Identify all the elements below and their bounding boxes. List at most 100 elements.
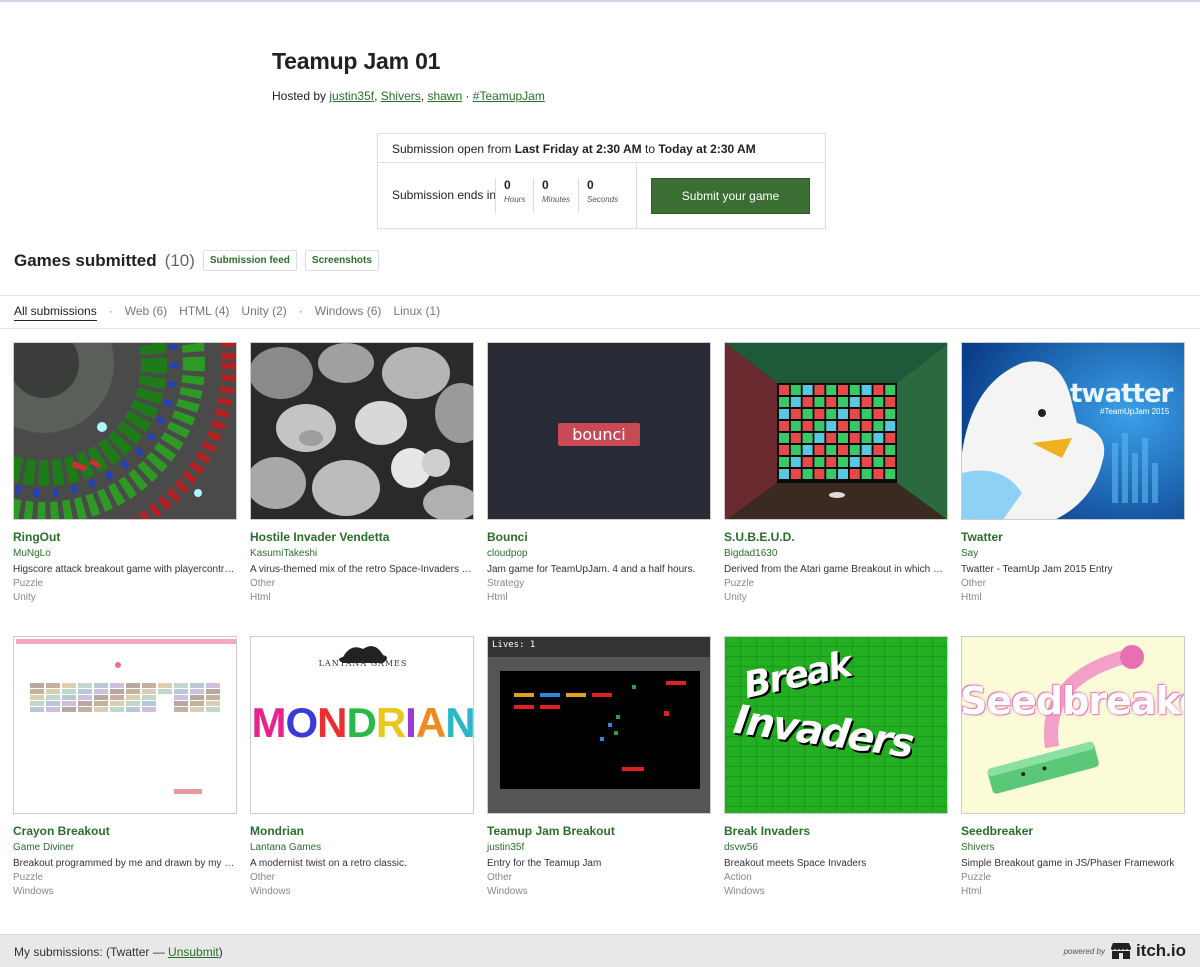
mondrian-logo: MONDRIAN <box>251 699 473 747</box>
game-author[interactable]: MuNgLo <box>13 548 237 559</box>
game-title[interactable]: Break Invaders <box>724 824 948 838</box>
game-title[interactable]: RingOut <box>13 530 237 544</box>
game-genre: Other <box>961 578 987 589</box>
game-title[interactable]: Mondrian <box>250 824 474 838</box>
game-platform: Windows <box>724 886 765 897</box>
game-description: Breakout programmed by me and drawn by m… <box>13 858 235 869</box>
game-platform: Windows <box>13 886 54 897</box>
seconds-value: 0 <box>587 178 594 192</box>
game-thumbnail-seedbreaker[interactable]: Seedbreaker <box>961 636 1185 814</box>
game-author[interactable]: justin35f <box>487 842 711 853</box>
game-description: A modernist twist on a retro classic. <box>250 858 407 869</box>
my-submissions-suffix: ) <box>218 945 223 959</box>
countdown-seconds: 0 Seconds <box>578 178 618 213</box>
top-border <box>0 0 1200 2</box>
mondrian-letter: I <box>405 699 417 746</box>
powered-by-label: powered by <box>1063 946 1105 956</box>
submission-open-row: Submission open from Last Friday at 2:30… <box>378 134 825 163</box>
game-author[interactable]: Shivers <box>961 842 1185 853</box>
minutes-value: 0 <box>542 178 549 192</box>
game-title[interactable]: Twatter <box>961 530 1185 544</box>
game-card[interactable]: LANTANA GAMES MONDRIAN Mondrian Lantana … <box>250 636 474 916</box>
game-card[interactable]: Break Invaders Break Invaders dsvw56 Bre… <box>724 636 948 916</box>
itchio-logo: itch.io <box>1135 941 1186 960</box>
submit-game-button[interactable]: Submit your game <box>651 178 810 214</box>
game-author[interactable]: dsvw56 <box>724 842 948 853</box>
game-card[interactable]: RingOut MuNgLo Higscore attack breakout … <box>13 342 237 622</box>
game-platform: Windows <box>250 886 291 897</box>
game-thumbnail-break-invaders[interactable]: Break Invaders <box>724 636 948 814</box>
game-title[interactable]: Teamup Jam Breakout <box>487 824 711 838</box>
countdown-hours: 0 Hours <box>495 178 525 213</box>
filter-separator: · <box>108 304 113 318</box>
game-platform: Html <box>487 592 508 603</box>
game-author[interactable]: Lantana Games <box>250 842 474 853</box>
game-title[interactable]: Seedbreaker <box>961 824 1185 838</box>
game-card[interactable]: bounci Bounci cloudpop Jam game for Team… <box>487 342 711 622</box>
game-card[interactable]: S.U.B.E.U.D. Bigdad1630 Derived from the… <box>724 342 948 622</box>
game-genre: Puzzle <box>724 578 755 589</box>
submission-feed-button[interactable]: Submission feed <box>202 250 297 271</box>
game-thumbnail-hostile-invader[interactable] <box>250 342 474 520</box>
countdown-minutes: 0 Minutes <box>533 178 570 213</box>
game-author[interactable]: Bigdad1630 <box>724 548 948 559</box>
game-thumbnail-bounci[interactable]: bounci <box>487 342 711 520</box>
filter-unity[interactable]: Unity (2) <box>241 304 286 321</box>
host-link-shivers[interactable]: Shivers <box>381 89 421 103</box>
game-thumbnail-subeud[interactable] <box>724 342 948 520</box>
game-description: Higscore attack breakout game with playe… <box>13 564 235 575</box>
filter-linux[interactable]: Linux (1) <box>393 304 440 321</box>
game-title[interactable]: Crayon Breakout <box>13 824 237 838</box>
seconds-unit: Seconds <box>587 195 619 204</box>
game-platform: Unity <box>13 592 36 603</box>
game-author[interactable]: cloudpop <box>487 548 711 559</box>
submission-box: Submission open from Last Friday at 2:30… <box>377 133 826 229</box>
game-genre: Strategy <box>487 578 525 589</box>
games-heading: Games submitted <box>14 250 157 270</box>
game-card[interactable]: Crayon Breakout Game Diviner Breakout pr… <box>13 636 237 916</box>
host-link-shawn[interactable]: shawn <box>427 89 462 103</box>
game-thumbnail-crayon[interactable] <box>13 636 237 814</box>
game-thumbnail-ringout[interactable] <box>13 342 237 520</box>
screenshots-button[interactable]: Screenshots <box>304 250 379 271</box>
game-author[interactable]: Game Diviner <box>13 842 237 853</box>
game-author[interactable]: KasumiTakeshi <box>250 548 474 559</box>
filter-html[interactable]: HTML (4) <box>179 304 229 321</box>
games-count: (10) <box>164 250 195 270</box>
hours-value: 0 <box>504 178 511 192</box>
game-card[interactable]: twatter #TeamUpJam 2015 Twatter Say Twat… <box>961 342 1185 622</box>
game-thumbnail-twatter[interactable]: twatter #TeamUpJam 2015 <box>961 342 1185 520</box>
game-description: Derived from the Atari game Breakout in … <box>724 564 946 575</box>
game-card[interactable]: Seedbreaker Seedbreaker Shivers Simple B… <box>961 636 1185 916</box>
game-description: Jam game for TeamUpJam. 4 and a half hou… <box>487 564 696 575</box>
unsubmit-link[interactable]: Unsubmit <box>168 945 219 959</box>
game-genre: Other <box>250 578 276 589</box>
seedbreaker-logo: Seedbreaker <box>961 679 1184 723</box>
game-title[interactable]: S.U.B.E.U.D. <box>724 530 948 544</box>
game-thumbnail-mondrian[interactable]: LANTANA GAMES MONDRIAN <box>250 636 474 814</box>
game-title[interactable]: Bounci <box>487 530 711 544</box>
game-card[interactable]: Lives: 1 Teamup Jam Breakout justin35f E… <box>487 636 711 916</box>
page-title: Teamup Jam 01 <box>272 48 441 74</box>
minutes-unit: Minutes <box>542 195 571 204</box>
game-platform: Html <box>961 592 982 603</box>
powered-by-itchio[interactable]: powered by itch.io <box>1064 941 1186 961</box>
game-platform: Unity <box>724 592 747 603</box>
filter-all[interactable]: All submissions <box>14 304 97 321</box>
game-author[interactable]: Say <box>961 548 1185 559</box>
game-genre: Other <box>250 872 276 883</box>
game-genre: Puzzle <box>961 872 992 883</box>
lantana-logo: LANTANA GAMES <box>318 659 408 668</box>
mondrian-letter: A <box>415 699 446 746</box>
game-title[interactable]: Hostile Invader Vendetta <box>250 530 474 544</box>
game-thumbnail-teamup-breakout[interactable]: Lives: 1 <box>487 636 711 814</box>
filter-windows[interactable]: Windows (6) <box>315 304 382 321</box>
filter-web[interactable]: Web (6) <box>125 304 167 321</box>
game-card[interactable]: Hostile Invader Vendetta KasumiTakeshi A… <box>250 342 474 622</box>
countdown-row: Submission ends in 0 Hours 0 Minutes 0 S… <box>378 163 825 228</box>
twatter-tag: #TeamUpJam 2015 <box>1100 407 1170 416</box>
mondrian-letter: N <box>317 699 347 746</box>
host-link-justin35f[interactable]: justin35f <box>329 89 374 103</box>
hashtag-link[interactable]: #TeamupJam <box>473 89 545 103</box>
mondrian-letter: R <box>375 699 406 746</box>
